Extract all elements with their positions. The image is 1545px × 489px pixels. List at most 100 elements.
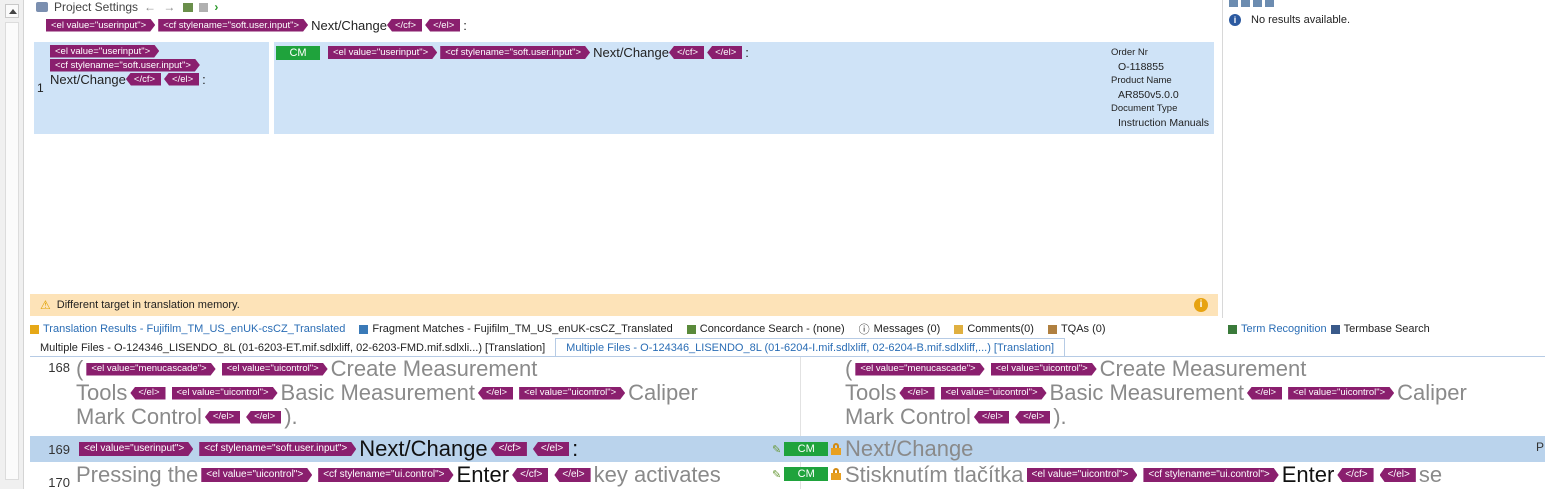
termbase-search-icon bbox=[1330, 324, 1340, 334]
side-panel-char: P bbox=[1536, 440, 1545, 454]
results-toolbar: Project Settings ← → › bbox=[36, 0, 218, 14]
tab-messages[interactable]: ⓘ Messages (0) bbox=[859, 321, 941, 337]
settings-icon[interactable] bbox=[199, 2, 209, 12]
view-icon[interactable] bbox=[183, 2, 194, 12]
text: Basic Measurement bbox=[1049, 380, 1244, 405]
tab-tqas[interactable]: TQAs (0) bbox=[1047, 323, 1106, 335]
info-icon[interactable]: i bbox=[1194, 298, 1208, 312]
match-target-suffix: : bbox=[745, 45, 749, 60]
segment-row-168[interactable]: 168 ( <el value="menucascade"> <el value… bbox=[30, 357, 1545, 435]
project-settings-icon[interactable] bbox=[36, 2, 48, 12]
term-recognition-panel: i No results available. bbox=[1222, 0, 1545, 318]
text: Enter bbox=[456, 462, 510, 487]
results-tabs: Translation Results - Fujifilm_TM_US_enU… bbox=[30, 320, 1218, 338]
segment-target[interactable]: Next/Change bbox=[845, 437, 1535, 461]
tag-close-el: </el> bbox=[477, 386, 514, 400]
text: Basic Measurement bbox=[280, 380, 475, 405]
tag-close-el: </el> bbox=[425, 18, 461, 32]
tag-el-userinput: <el value="userinput"> bbox=[79, 442, 193, 456]
text: Caliper bbox=[1397, 380, 1467, 405]
tag-el-userinput: <el value="userinput"> bbox=[50, 45, 159, 58]
text: : bbox=[572, 436, 579, 461]
tag-close-el: </el> bbox=[1379, 468, 1416, 482]
left-scrollbar[interactable] bbox=[0, 0, 24, 489]
doctype-value: Instruction Manuals bbox=[1118, 117, 1210, 129]
tab-fragment-matches[interactable]: Fragment Matches - Fujifilm_TM_US_enUK-c… bbox=[359, 323, 673, 335]
segment-status[interactable]: ✎ CM bbox=[772, 442, 842, 456]
segment-status[interactable]: ✎ CM bbox=[772, 467, 842, 481]
file-tab-1[interactable]: Multiple Files - O-124346_LISENDO_8L (01… bbox=[30, 340, 555, 356]
tag-close-el: </el> bbox=[973, 410, 1010, 424]
segment-source[interactable]: ( <el value="menucascade"> <el value="ui… bbox=[76, 357, 766, 429]
term-tabs: Term Recognition Termbase Search bbox=[1222, 320, 1545, 338]
order-label: Order Nr bbox=[1111, 47, 1148, 58]
translation-results-icon bbox=[30, 324, 39, 334]
tag-close-el: </el> bbox=[130, 386, 166, 400]
tab-termbase-search[interactable]: Termbase Search bbox=[1330, 323, 1430, 335]
messages-icon: ⓘ bbox=[858, 324, 870, 336]
segment-row-169[interactable]: 169 <el value="userinput"> <cf stylename… bbox=[30, 436, 1545, 462]
term-tool-icon[interactable] bbox=[1253, 0, 1262, 7]
text: key activates bbox=[593, 462, 721, 487]
term-toolbar bbox=[1229, 0, 1274, 7]
match-source-text: Next/Change bbox=[50, 71, 126, 87]
scroll-up-icon[interactable] bbox=[5, 4, 19, 18]
source-text: Next/Change bbox=[311, 17, 387, 33]
fragment-matches-icon bbox=[359, 324, 369, 334]
editor-window: Project Settings ← → › <el value="userin… bbox=[0, 0, 1545, 489]
tab-label: TQAs (0) bbox=[1060, 323, 1106, 335]
file-tab-2[interactable]: Multiple Files - O-124346_LISENDO_8L (01… bbox=[555, 338, 1066, 356]
text: ). bbox=[284, 404, 298, 429]
doctype-label: Document Type bbox=[1111, 103, 1178, 114]
warning-text: Different target in translation memory. bbox=[56, 299, 240, 311]
info-icon: i bbox=[1229, 14, 1241, 26]
tab-label: Messages (0) bbox=[873, 323, 941, 335]
segment-target[interactable]: Stisknutím tlačítka <el value="uicontrol… bbox=[845, 463, 1535, 487]
tab-comments[interactable]: Comments(0) bbox=[954, 323, 1034, 335]
chevron-right-icon[interactable]: › bbox=[214, 0, 218, 14]
tqa-icon bbox=[1047, 324, 1057, 334]
lock-icon bbox=[831, 468, 842, 480]
segment-target[interactable]: ( <el value="menucascade"> <el value="ui… bbox=[845, 357, 1535, 429]
tag-close-el: </el> bbox=[554, 468, 591, 482]
project-settings-label[interactable]: Project Settings bbox=[54, 0, 138, 14]
match-source-cell: 1 <el value="userinput"> <cf stylename="… bbox=[34, 42, 269, 134]
tag-cf-soft-user-input: <cf stylename="soft.user.input"> bbox=[50, 59, 200, 72]
pencil-icon: ✎ bbox=[772, 443, 782, 456]
product-label: Product Name bbox=[1111, 75, 1172, 86]
tm-match-row[interactable]: 1 <el value="userinput"> <cf stylename="… bbox=[34, 42, 1214, 134]
pencil-icon: ✎ bbox=[772, 468, 782, 481]
text: Next/Change bbox=[359, 436, 488, 461]
text: Create Measurement bbox=[330, 356, 538, 381]
tag-cf-soft-user-input: <cf stylename="soft.user.input"> bbox=[440, 46, 590, 59]
tab-concordance-search[interactable]: Concordance Search - (none) bbox=[686, 323, 845, 335]
source-suffix: : bbox=[463, 17, 467, 33]
nav-arrows-icon[interactable]: ← → bbox=[144, 0, 177, 14]
context-match-badge: CM bbox=[784, 467, 829, 481]
segment-source[interactable]: Pressing the <el value="uicontrol"> <cf … bbox=[76, 463, 766, 487]
match-number: 1 bbox=[37, 81, 44, 95]
tag-el-menucascade: <el value="menucascade"> bbox=[855, 363, 984, 376]
tag-close-el: </el> bbox=[204, 410, 241, 424]
segment-number: 169 bbox=[48, 442, 70, 457]
term-tool-icon[interactable] bbox=[1241, 0, 1250, 7]
scroll-track[interactable] bbox=[5, 22, 19, 480]
editor-grid: 168 ( <el value="menucascade"> <el value… bbox=[30, 357, 1545, 489]
text: Stisknutím tlačítka bbox=[845, 462, 1024, 487]
tab-translation-results[interactable]: Translation Results - Fujifilm_TM_US_enU… bbox=[30, 323, 345, 335]
tag-close-cf: </cf> bbox=[386, 18, 423, 32]
tab-term-recognition[interactable]: Term Recognition bbox=[1228, 323, 1327, 335]
term-tool-icon[interactable] bbox=[1229, 0, 1238, 7]
segment-source[interactable]: <el value="userinput"> <cf stylename="so… bbox=[76, 437, 766, 461]
comments-icon bbox=[954, 324, 964, 334]
tab-label: Comments(0) bbox=[967, 323, 1034, 335]
file-tabs: Multiple Files - O-124346_LISENDO_8L (01… bbox=[30, 338, 1545, 357]
no-results-message: i No results available. bbox=[1229, 14, 1350, 26]
text: ( bbox=[845, 356, 853, 381]
term-tool-icon[interactable] bbox=[1265, 0, 1274, 7]
segment-row-170[interactable]: 170 Pressing the <el value="uicontrol"> … bbox=[30, 463, 1545, 489]
tag-close-cf: </cf> bbox=[125, 72, 162, 86]
text: ( bbox=[76, 356, 84, 381]
text: Pressing the bbox=[76, 462, 199, 487]
tag-el-uicontrol: <el value="uicontrol"> bbox=[222, 363, 328, 376]
